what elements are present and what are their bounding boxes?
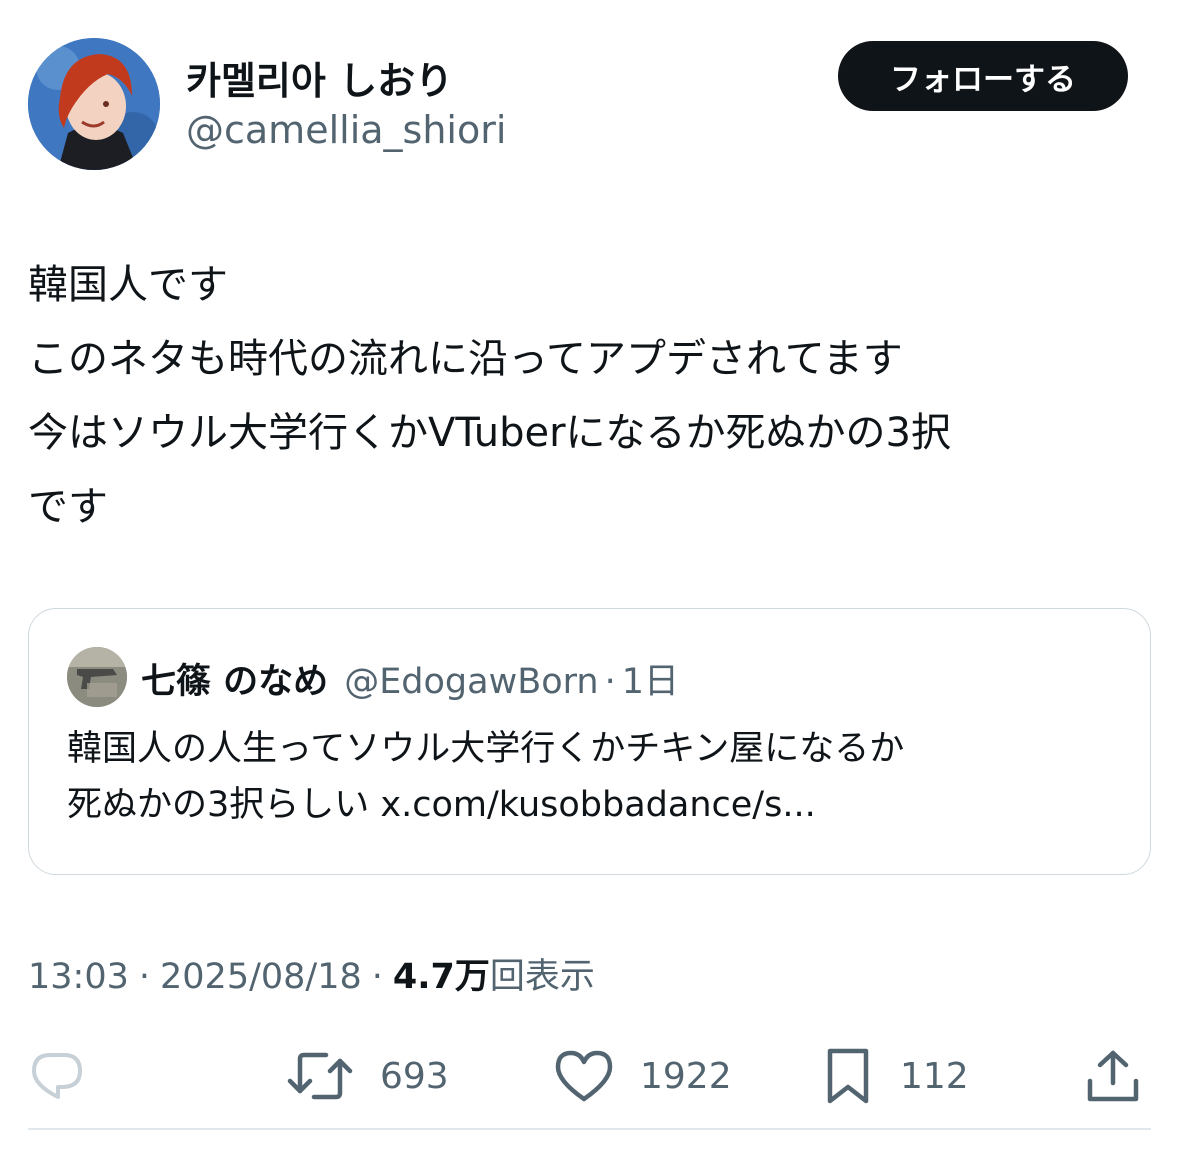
like-count: 1922 bbox=[640, 1055, 732, 1097]
tweet-line: 韓国人です bbox=[28, 262, 228, 308]
divider bbox=[28, 1128, 1151, 1130]
quote-author-name[interactable]: 七篠 のなめ bbox=[141, 653, 328, 704]
author-display-name[interactable]: 카멜리아 しおり bbox=[186, 50, 453, 105]
avatar-illustration-icon bbox=[28, 38, 160, 170]
view-count-label: 回表示 bbox=[489, 957, 595, 997]
tweet-date[interactable]: 2025/08/18 bbox=[160, 957, 362, 997]
quote-header: 七篠 のなめ @EdogawBorn · 1日 bbox=[141, 653, 679, 704]
quote-separator: · bbox=[604, 662, 616, 702]
tweet-line: 今はソウル大学行くかVTuberになるか死ぬかの3択 bbox=[28, 410, 951, 456]
author-handle[interactable]: @camellia_shiori bbox=[186, 108, 506, 152]
heart-icon bbox=[555, 1050, 613, 1102]
bookmark-count: 112 bbox=[900, 1055, 969, 1097]
like-button[interactable]: 1922 bbox=[554, 1040, 732, 1112]
quote-author-handle[interactable]: @EdogawBorn bbox=[344, 662, 598, 702]
share-button[interactable] bbox=[1084, 1040, 1142, 1112]
reply-icon bbox=[32, 1053, 82, 1099]
retweet-count: 693 bbox=[380, 1055, 449, 1097]
quote-line: 死ぬかの3択らしい x.com/kusobbadance/s... bbox=[67, 785, 816, 825]
meta-separator: · bbox=[371, 957, 383, 997]
tweet-meta: 13:03 · 2025/08/18 · 4.7万 回表示 bbox=[28, 948, 595, 999]
tweet-time[interactable]: 13:03 bbox=[28, 957, 129, 997]
bookmark-button[interactable]: 112 bbox=[822, 1040, 969, 1112]
reply-button[interactable] bbox=[28, 1040, 86, 1112]
share-icon bbox=[1087, 1050, 1139, 1102]
quote-timestamp[interactable]: 1日 bbox=[622, 653, 679, 704]
quote-text: 韓国人の人生ってソウル大学行くかチキン屋になるか 死ぬかの3択らしい x.com… bbox=[67, 721, 904, 833]
action-bar: 693 1922 112 bbox=[0, 1040, 1179, 1112]
tweet-line: です bbox=[28, 484, 108, 530]
meta-separator: · bbox=[138, 957, 151, 997]
tweet-text: 韓国人です このネタも時代の流れに沿ってアプデされてます 今はソウル大学行くかV… bbox=[28, 248, 1153, 544]
follow-button[interactable]: フォローする bbox=[838, 41, 1128, 111]
avatar-photo-icon bbox=[67, 647, 127, 707]
quote-avatar[interactable] bbox=[67, 647, 127, 707]
author-avatar[interactable] bbox=[28, 38, 160, 170]
retweet-icon bbox=[287, 1052, 353, 1100]
tweet-line: このネタも時代の流れに沿ってアプデされてます bbox=[28, 336, 903, 382]
view-count: 4.7万 bbox=[392, 957, 490, 997]
retweet-button[interactable]: 693 bbox=[286, 1040, 449, 1112]
quoted-tweet-card[interactable]: 七篠 のなめ @EdogawBorn · 1日 韓国人の人生ってソウル大学行くか… bbox=[28, 608, 1151, 875]
quote-line: 韓国人の人生ってソウル大学行くかチキン屋になるか bbox=[67, 729, 905, 769]
bookmark-icon bbox=[827, 1048, 869, 1104]
